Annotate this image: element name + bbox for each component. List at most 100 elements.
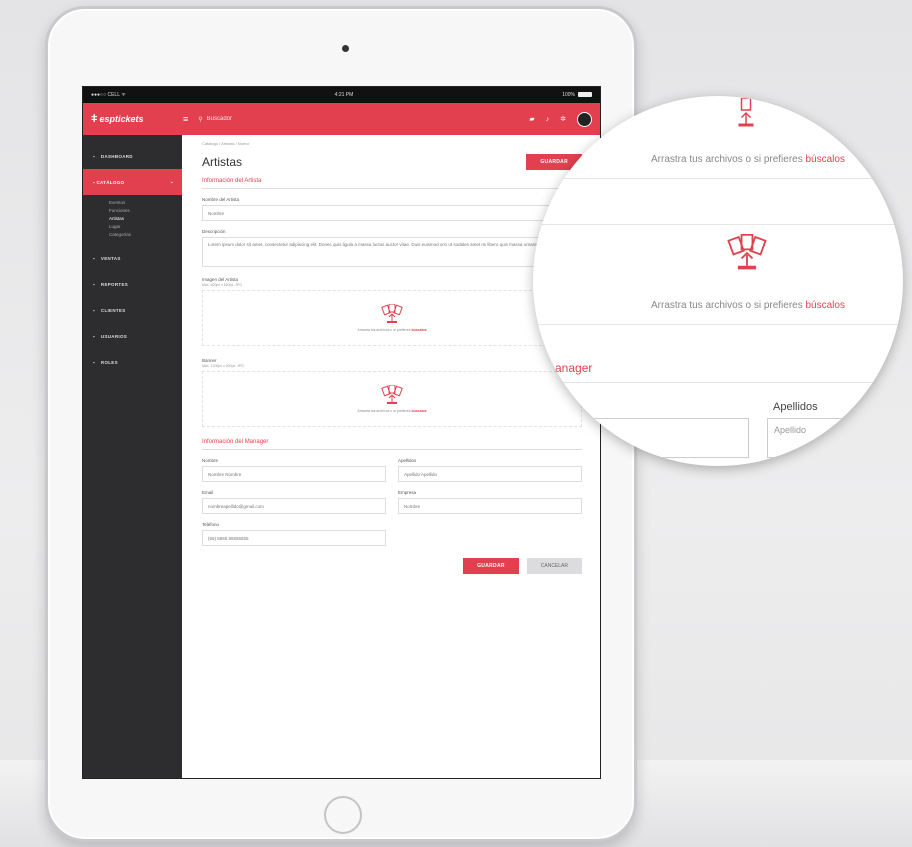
field-label: Teléfono: [202, 522, 220, 527]
scene: ●●●○○ CELL ᯤ 4:21 PM 100% ǂ esptickets ≡…: [0, 0, 912, 847]
apellidos-input[interactable]: Apellido Apellido: [398, 466, 582, 482]
save-button[interactable]: GUARDAR: [463, 558, 519, 574]
upload-files-icon: [738, 98, 754, 127]
description-label: Descripción: [202, 229, 226, 234]
reports-icon: ▪: [93, 281, 95, 287]
tablet-screen: ●●●○○ CELL ᯤ 4:21 PM 100% ǂ esptickets ≡…: [82, 86, 601, 779]
logo-text: esptickets: [99, 114, 144, 124]
zoom-apellidos-label: Apellidos: [773, 401, 818, 413]
battery-text: 100%: [562, 92, 575, 98]
upload-files-icon: [381, 385, 403, 404]
banner-sublabel: Máx. 1200px x 400px .JPG: [202, 364, 245, 368]
telefono-input[interactable]: (55) 5555 55555555: [202, 530, 386, 546]
users-icon: ▪: [93, 333, 95, 339]
sidebar-item-label: CLIENTES: [100, 307, 126, 313]
logo-icon: ǂ: [91, 113, 98, 125]
zoom-divider: [533, 324, 903, 325]
sidebar-subitem-lugar[interactable]: Lugar: [109, 223, 182, 231]
app-body: ▪ DASHBOARD ▪ CATÁLOGO ⌄ Eventos Funciones…: [83, 135, 600, 778]
field-label: Email: [202, 490, 214, 495]
sidebar-item-label: ROLES: [100, 359, 118, 365]
message-icon[interactable]: ▰: [529, 115, 534, 123]
zoom-divider: [533, 178, 903, 179]
bell-icon[interactable]: ♪: [546, 116, 550, 123]
sidebar-submenu: Eventos Funciones Artistas Lugar Categor…: [83, 195, 182, 245]
manager-form: Nombre Nombre Nombre Apellidos Apellido …: [202, 458, 582, 554]
zoom-magnifier: Arrastra tus archivos o si prefieres bús…: [533, 96, 903, 466]
sidebar-item-usuarios[interactable]: ▪ USUARIOS: [83, 323, 182, 349]
title-row: Artistas GUARDAR: [202, 154, 582, 170]
nombre-input[interactable]: Nombre Nombre: [202, 466, 386, 482]
field-label: Nombre: [202, 458, 219, 463]
zoom-divider: [533, 382, 903, 383]
sidebar-subitem-artistas[interactable]: Artistas: [109, 215, 182, 223]
zoom-dropzone-text: Arrastra tus archivos o si prefieres bús…: [651, 300, 845, 311]
sidebar-item-label: DASHBOARD: [100, 153, 133, 159]
empresa-input[interactable]: Nombre: [398, 498, 582, 514]
field-telefono: Teléfono (55) 5555 55555555: [202, 522, 386, 554]
banner-label: Banner: [202, 358, 217, 363]
email-input[interactable]: nombreapellido@gmail.com: [202, 498, 386, 514]
field-empresa: Empresa Nombre: [398, 490, 582, 522]
sidebar-item-label: REPORTES: [100, 281, 129, 287]
field-apellidos: Apellidos Apellido Apellido: [398, 458, 582, 490]
clients-icon: ▪: [93, 307, 95, 313]
sidebar-item-label: USUARIOS: [100, 333, 128, 339]
description-textarea[interactable]: Lorem ipsum dolor sit amet, consectetur …: [202, 237, 582, 267]
sidebar-subitem-categorias[interactable]: Categorías: [109, 231, 182, 239]
sidebar-item-label: CATÁLOGO: [96, 179, 125, 185]
home-button[interactable]: [324, 796, 362, 834]
zoom-divider: [533, 224, 903, 225]
field-email: Email nombreapellido@gmail.com: [202, 490, 386, 522]
sidebar-subitem-funciones[interactable]: Funciones: [109, 207, 182, 215]
dropzone-text: Arrastra tus archivos o si prefieres bús…: [357, 409, 427, 413]
field-label: Empresa: [398, 490, 417, 495]
browse-link[interactable]: búscalos: [411, 328, 426, 332]
app-logo[interactable]: ǂ esptickets: [91, 113, 183, 125]
zoom-section-heading: anager: [555, 361, 593, 375]
sidebar-item-clientes[interactable]: ▪ CLIENTES: [83, 297, 182, 323]
zoom-apellidos-input[interactable]: Apellido: [767, 418, 903, 458]
zoom-nombre-input[interactable]: [533, 418, 749, 458]
battery-indicator: 100%: [562, 92, 592, 98]
form-actions: GUARDAR CANCELAR: [202, 558, 582, 574]
section-artist-heading: Información del Artista: [202, 178, 582, 189]
sidebar-item-dashboard[interactable]: ▪ DASHBOARD: [83, 143, 182, 169]
search-placeholder: Buscador: [206, 116, 233, 122]
camera-icon: [342, 45, 349, 52]
avatar[interactable]: [577, 111, 592, 127]
dashboard-icon: ▪: [93, 153, 95, 159]
sidebar-item-label: VENTAS: [100, 255, 121, 261]
field-nombre: Nombre Nombre Nombre: [202, 458, 386, 490]
sidebar-item-roles[interactable]: ▪ ROLES: [83, 349, 182, 375]
status-bar: ●●●○○ CELL ᯤ 4:21 PM 100%: [83, 87, 600, 103]
hamburger-menu-icon[interactable]: ≡: [183, 114, 188, 124]
sales-icon: ▪: [93, 255, 95, 261]
sidebar-item-ventas[interactable]: ▪ VENTAS: [83, 245, 182, 271]
photo-label: Imagen del Artista: [202, 277, 239, 282]
search-bar[interactable]: ⚲ Buscador: [198, 116, 529, 123]
upload-files-icon: [381, 304, 403, 323]
name-label: Nombre del Artista: [202, 197, 240, 202]
page-title: Artistas: [202, 155, 243, 169]
artist-name-input[interactable]: Nombre: [202, 205, 582, 221]
gear-icon[interactable]: ✲: [560, 115, 566, 123]
cancel-button[interactable]: CANCELAR: [526, 558, 582, 574]
clock-text: 4:21 PM: [334, 92, 354, 98]
photo-sublabel: Máx. 500px x 500px .JPG: [202, 283, 243, 287]
sidebar-item-catalogo[interactable]: ▪ CATÁLOGO ⌄: [83, 169, 182, 195]
battery-icon: [578, 92, 592, 98]
photo-dropzone[interactable]: Arrastra tus archivos o si prefieres bús…: [202, 290, 582, 346]
app-header: ǂ esptickets ≡ ⚲ Buscador ▰ ♪ ✲: [83, 103, 600, 135]
zoom-dropzone-text: Arrastra tus archivos o si prefieres bús…: [651, 154, 845, 165]
sidebar-item-reportes[interactable]: ▪ REPORTES: [83, 271, 182, 297]
carrier-text: ●●●○○ CELL ᯤ: [91, 92, 126, 98]
banner-dropzone[interactable]: Arrastra tus archivos o si prefieres bús…: [202, 371, 582, 427]
upload-files-icon: [727, 234, 767, 270]
breadcrumb: Catálogo / Artistas / Nuevo: [202, 141, 250, 146]
sidebar-subitem-eventos[interactable]: Eventos: [109, 199, 182, 207]
chevron-down-icon: ⌄: [169, 179, 174, 184]
browse-link[interactable]: búscalos: [411, 409, 426, 413]
field-label: Apellidos: [398, 458, 417, 463]
header-actions: ▰ ♪ ✲: [529, 111, 592, 127]
